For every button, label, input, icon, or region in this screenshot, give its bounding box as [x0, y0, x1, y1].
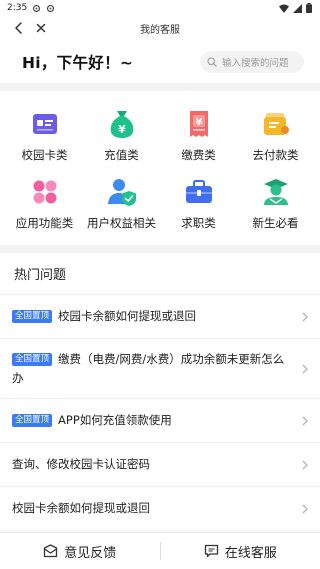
pinned-badge: 全国置顶	[12, 352, 53, 366]
category-label: 用户权益相关	[87, 216, 156, 230]
faq-question: 查询、修改校园卡认证密码	[12, 457, 150, 471]
svg-text:¥: ¥	[118, 123, 126, 136]
category-pay-out[interactable]: 去付款类	[237, 107, 314, 163]
online-service-label: 在线客服	[224, 545, 277, 561]
category-grid: 校园卡类 ¥ 充值类 ¥ 缴费类 去付款类 应用功能类 用户权益相关 求职类 新…	[0, 91, 320, 245]
signal-icon	[293, 3, 302, 13]
feedback-label: 意见反馈	[64, 545, 117, 561]
faq-item[interactable]: 全国置顶 校园卡余额如何提现或退回	[0, 295, 320, 339]
faq-text: 校园卡余额如何提现或退回	[12, 499, 298, 518]
category-campus-card[interactable]: 校园卡类	[6, 107, 83, 163]
greeting-row: Hi，下午好！~ 输入搜索的问题	[0, 40, 320, 83]
greeting-text: Hi，下午好！~	[22, 53, 134, 72]
category-label: 充值类	[104, 148, 139, 162]
category-app-features[interactable]: 应用功能类	[6, 175, 83, 231]
pinned-badge: 全国置顶	[12, 310, 53, 323]
chat-icon	[204, 544, 218, 558]
faq-item[interactable]: 全国置顶 缴费（电费/网费/水费）成功余额未更新怎么办	[0, 339, 320, 399]
faq-text: 全国置顶 缴费（电费/网费/水费）成功余额未更新怎么办	[12, 350, 298, 388]
chevron-right-icon	[298, 364, 308, 374]
bill-icon: ¥	[182, 107, 216, 141]
battery-icon	[306, 3, 312, 13]
wallet-icon	[259, 107, 293, 141]
feedback-button[interactable]: 意见反馈	[0, 542, 160, 561]
chevron-right-icon	[298, 312, 308, 322]
search-input[interactable]: 输入搜索的问题	[200, 50, 304, 73]
faq-question: APP如何充值领款使用	[58, 413, 172, 427]
section-divider	[0, 245, 320, 253]
category-recharge[interactable]: ¥ 充值类	[83, 107, 160, 163]
category-label: 缴费类	[181, 148, 216, 162]
faq-text: 全国置顶 校园卡余额如何提现或退回	[12, 307, 298, 326]
wifi-icon	[279, 4, 289, 13]
money-bag-icon: ¥	[105, 107, 139, 141]
search-icon	[207, 56, 217, 67]
section-divider	[0, 83, 320, 91]
sync-icon-2	[46, 4, 55, 13]
chevron-right-icon	[298, 416, 308, 426]
campus-card-icon	[28, 107, 62, 141]
back-button[interactable]	[8, 17, 30, 39]
search-placeholder: 输入搜索的问题	[222, 57, 289, 69]
sync-icon	[32, 4, 41, 13]
close-button[interactable]	[30, 17, 52, 39]
category-label: 求职类	[181, 216, 216, 230]
online-service-button[interactable]: 在线客服	[161, 542, 320, 561]
faq-question: 缴费（电费/网费/水费）成功余额未更新怎么办	[12, 351, 285, 385]
student-icon	[259, 175, 293, 209]
faq-title: 热门问题	[0, 253, 320, 295]
category-label: 新生必看	[252, 216, 299, 230]
status-right	[279, 3, 312, 13]
chevron-right-icon	[298, 460, 308, 470]
faq-item[interactable]: 全国置顶 APP如何充值领款使用	[0, 399, 320, 443]
faq-question: 校园卡余额如何提现或退回	[58, 309, 197, 323]
apps-icon	[28, 175, 62, 209]
faq-question: 校园卡余额如何提现或退回	[12, 501, 150, 515]
nav-bar: 我的客服	[0, 16, 320, 40]
category-label: 应用功能类	[15, 216, 74, 230]
category-job[interactable]: 求职类	[160, 175, 237, 231]
bottom-bar: 意见反馈 在线客服	[0, 532, 320, 569]
category-freshman[interactable]: 新生必看	[237, 175, 314, 231]
chevron-right-icon	[298, 504, 308, 514]
user-shield-icon	[105, 175, 139, 209]
chevron-left-icon	[15, 22, 22, 34]
feedback-icon	[44, 544, 58, 558]
category-user-rights[interactable]: 用户权益相关	[83, 175, 160, 231]
close-icon	[36, 23, 46, 33]
category-payment[interactable]: ¥ 缴费类	[160, 107, 237, 163]
pinned-badge: 全国置顶	[12, 414, 53, 427]
faq-text: 全国置顶 APP如何充值领款使用	[12, 411, 298, 430]
faq-text: 查询、修改校园卡认证密码	[12, 455, 298, 474]
svg-text:¥: ¥	[195, 118, 202, 128]
faq-item[interactable]: 校园卡余额如何提现或退回	[0, 487, 320, 531]
briefcase-icon	[182, 175, 216, 209]
category-label: 去付款类	[252, 148, 299, 162]
status-bar: 2:35	[0, 0, 320, 16]
category-label: 校园卡类	[21, 148, 68, 162]
faq-item[interactable]: 查询、修改校园卡认证密码	[0, 443, 320, 487]
status-left: 2:35	[7, 3, 55, 13]
status-time: 2:35	[7, 3, 28, 13]
